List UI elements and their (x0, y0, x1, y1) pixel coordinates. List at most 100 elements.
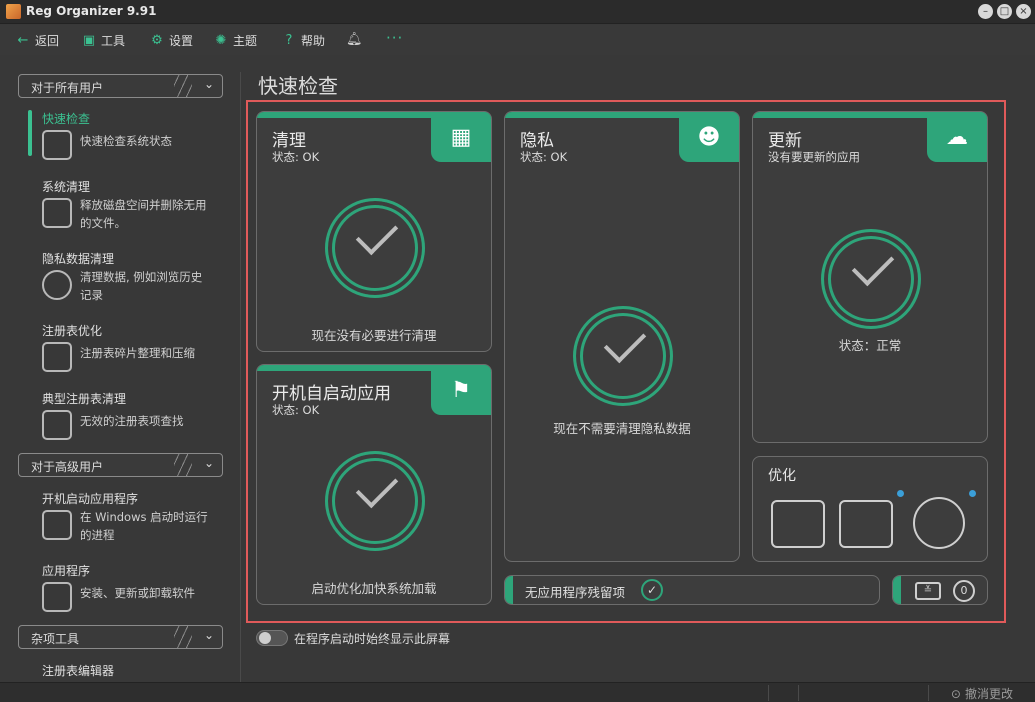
help-button[interactable]: ? 帮助 (282, 32, 325, 49)
undo-icon: ⊙ (950, 686, 961, 701)
chevron-down-icon: ⌄ (203, 77, 214, 91)
sidebar-item-title: 注册表编辑器 (42, 664, 115, 678)
maximize-button[interactable]: □ (997, 4, 1012, 19)
sidebar-item-title: 应用程序 (42, 564, 91, 578)
registry-optimize-icon (42, 342, 72, 372)
card-title: 优化 (768, 468, 796, 484)
card-status: 状态: OK (272, 150, 320, 164)
pill-accent (505, 576, 513, 604)
sidebar-item-title: 快速检查 (42, 112, 91, 126)
toolbox-icon: ▣ (82, 33, 96, 48)
notifications-button[interactable]: 🔔︎ (346, 32, 363, 47)
card-message: 现在不需要清理隐私数据 (553, 421, 691, 436)
race-flag-icon: ⚑ (431, 365, 491, 415)
clean-card[interactable]: 清理 状态: OK ▦ 现在没有必要进行清理 (256, 111, 492, 352)
minimize-button[interactable]: – (978, 4, 993, 19)
magnifier-icon (42, 130, 72, 160)
back-button[interactable]: ← 返回 (16, 32, 59, 49)
chevron-down-icon: ⌄ (203, 628, 214, 642)
monitor-gear-icon[interactable] (839, 500, 893, 548)
more-button[interactable]: ··· (386, 29, 403, 47)
sidebar-item-title: 典型注册表清理 (42, 392, 127, 406)
card-title: 隐私 (520, 131, 554, 151)
optimize-card[interactable]: 优化 (752, 456, 988, 562)
group-all-users[interactable]: 对于所有用户 ⌄ (18, 74, 223, 98)
status-divider (768, 685, 769, 701)
group-advanced-users[interactable]: 对于高级用户 ⌄ (18, 453, 223, 477)
bulb-icon: ✺ (215, 33, 227, 48)
sidebar-item-title: 注册表优化 (42, 324, 103, 338)
apps-grid-icon[interactable] (913, 497, 965, 549)
startup-card[interactable]: 开机自启动应用 状态: OK ⚑ 启动优化加快系统加载 (256, 364, 492, 605)
stripes-decoration (174, 626, 192, 648)
show-on-start-toggle[interactable] (256, 630, 288, 646)
counter-value: 0 (953, 580, 975, 602)
notification-dot (969, 490, 976, 497)
sidebar-item-registry-optimize[interactable]: 注册表优化 注册表碎片整理和压缩 (42, 322, 195, 372)
theme-button[interactable]: ✺ 主题 (214, 32, 257, 49)
close-button[interactable]: × (1016, 4, 1031, 19)
group-label: 对于高级用户 (31, 460, 104, 474)
group-misc-tools[interactable]: 杂项工具 ⌄ (18, 625, 223, 649)
clean-badge-icon: ▦ (431, 112, 491, 162)
sidebar-item-system-clean[interactable]: 系统清理 释放磁盘空间并删除无用的文件。 (42, 178, 207, 230)
sidebar-item-desc: 安装、更新或卸载软件 (80, 586, 195, 600)
ok-check-icon (325, 198, 425, 298)
sidebar-item-registry-clean[interactable]: 典型注册表清理 无效的注册表项查找 (42, 390, 184, 440)
sidebar-item-title: 开机启动应用程序 (42, 492, 139, 506)
counter-pill[interactable]: ≚ 0 (892, 575, 988, 605)
window-title: Reg Organizer 9.91 (26, 4, 157, 18)
group-label: 杂项工具 (31, 632, 80, 646)
help-icon: ? (285, 33, 293, 48)
tools-button[interactable]: ▣ 工具 (82, 32, 125, 49)
status-divider (928, 685, 929, 701)
chevron-down-icon: ⌄ (203, 456, 214, 470)
tools-label: 工具 (101, 34, 126, 48)
card-status: 没有要更新的应用 (768, 150, 860, 164)
sidebar-item-quick-check[interactable]: 快速检查 快速检查系统状态 (42, 110, 172, 160)
ok-check-icon (325, 451, 425, 551)
update-card[interactable]: 更新 没有要更新的应用 ☁ 状态：正常 (752, 111, 988, 443)
stripes-decoration (174, 75, 192, 97)
sliders-icon[interactable] (771, 500, 825, 548)
sidebar-item-desc: 在 Windows 启动时运行的进程 (80, 510, 208, 542)
sidebar-item-registry-editor[interactable]: 注册表编辑器 (42, 662, 114, 679)
privacy-broom-icon: ☻ (679, 112, 739, 162)
gear-icon: ⚙ (151, 33, 163, 48)
package-icon (42, 582, 72, 612)
broom-icon (42, 410, 72, 440)
undo-changes-button[interactable]: ⊙ 撤消更改 (951, 685, 1013, 702)
leftovers-pill[interactable]: 无应用程序残留项 ✓ (504, 575, 880, 605)
leftovers-label: 无应用程序残留项 (525, 585, 626, 600)
card-title: 清理 (272, 131, 306, 151)
sidebar-item-startup-apps[interactable]: 开机启动应用程序 在 Windows 启动时运行的进程 (42, 490, 208, 542)
bell-icon: 🔔︎ (346, 32, 363, 47)
sidebar-item-privacy[interactable]: 隐私数据清理 清理数据, 例如浏览历史记录 (42, 250, 202, 302)
toggle-label: 在程序启动时始终显示此屏幕 (294, 632, 451, 646)
pill-accent (893, 576, 901, 604)
status-bar: ⊙ 撤消更改 (0, 682, 1035, 702)
back-label: 返回 (35, 34, 60, 48)
settings-button[interactable]: ⚙ 设置 (150, 32, 193, 49)
toolbar: ← 返回 ▣ 工具 ⚙ 设置 ✺ 主题 ? 帮助 🔔︎ ··· (0, 25, 1035, 55)
card-message: 现在没有必要进行清理 (311, 328, 437, 343)
chip-icon: ≚ (915, 582, 941, 600)
ok-check-icon (821, 229, 921, 329)
title-bar: Reg Organizer 9.91 – □ × (0, 0, 1035, 24)
ok-check-icon: ✓ (641, 579, 663, 601)
sidebar-item-desc: 快速检查系统状态 (80, 134, 172, 148)
page-title: 快速检查 (258, 74, 338, 98)
app-logo-icon (6, 4, 21, 19)
privacy-card[interactable]: 隐私 状态: OK ☻ 现在不需要清理隐私数据 (504, 111, 740, 562)
theme-label: 主题 (233, 34, 258, 48)
card-status: 状态: OK (520, 150, 568, 164)
sidebar-item-desc: 清理数据, 例如浏览历史记录 (80, 270, 203, 302)
sidebar-item-desc: 注册表碎片整理和压缩 (80, 346, 195, 360)
help-label: 帮助 (301, 34, 326, 48)
sidebar-item-applications[interactable]: 应用程序 安装、更新或卸载软件 (42, 562, 195, 612)
disk-clean-icon (42, 198, 72, 228)
notification-dot (897, 490, 904, 497)
card-title: 开机自启动应用 (272, 384, 391, 404)
sidebar-item-desc: 释放磁盘空间并删除无用的文件。 (80, 198, 207, 230)
ok-check-icon (573, 306, 673, 406)
